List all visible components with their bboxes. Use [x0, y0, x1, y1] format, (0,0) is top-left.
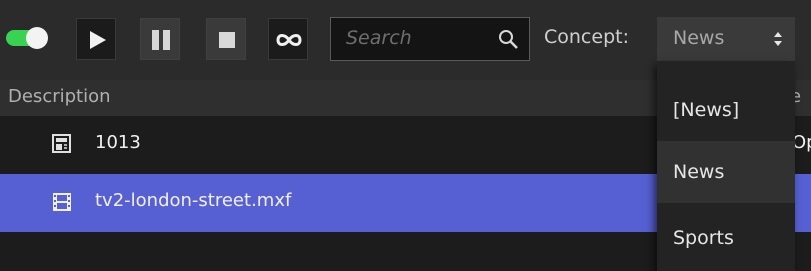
row-description: tv2-london-street.mxf	[95, 190, 292, 211]
option-label: Sports	[673, 227, 734, 249]
select-arrows-icon	[774, 32, 782, 46]
concept-dropdown-menu: [News] News Sports	[657, 61, 795, 271]
search-input[interactable]: Search	[346, 27, 412, 49]
loop-button[interactable]	[268, 18, 308, 60]
stop-icon	[219, 32, 235, 48]
toggle-knob[interactable]	[26, 27, 48, 49]
template-icon	[52, 134, 71, 153]
search-icon[interactable]	[497, 28, 519, 50]
search-box[interactable]: Search	[330, 17, 530, 61]
infinity-icon	[276, 34, 302, 46]
pause-button[interactable]	[140, 18, 180, 60]
play-icon	[90, 31, 106, 49]
concept-option-bracket-news[interactable]: [News]	[657, 79, 795, 141]
option-label: [News]	[673, 99, 740, 121]
column-header-description[interactable]: Description	[8, 86, 111, 107]
concept-select[interactable]: News	[657, 17, 795, 61]
play-button[interactable]	[76, 18, 116, 60]
active-toggle[interactable]	[6, 27, 48, 49]
concept-select-value: News	[673, 27, 725, 49]
stop-button[interactable]	[206, 18, 246, 60]
concept-label: Concept:	[544, 26, 629, 48]
row-description: 1013	[95, 132, 141, 153]
concept-option-sports[interactable]: Sports	[657, 207, 795, 269]
option-label: News	[673, 161, 725, 183]
concept-option-news[interactable]: News	[657, 141, 795, 203]
pause-icon	[152, 30, 170, 50]
film-icon	[53, 193, 71, 211]
